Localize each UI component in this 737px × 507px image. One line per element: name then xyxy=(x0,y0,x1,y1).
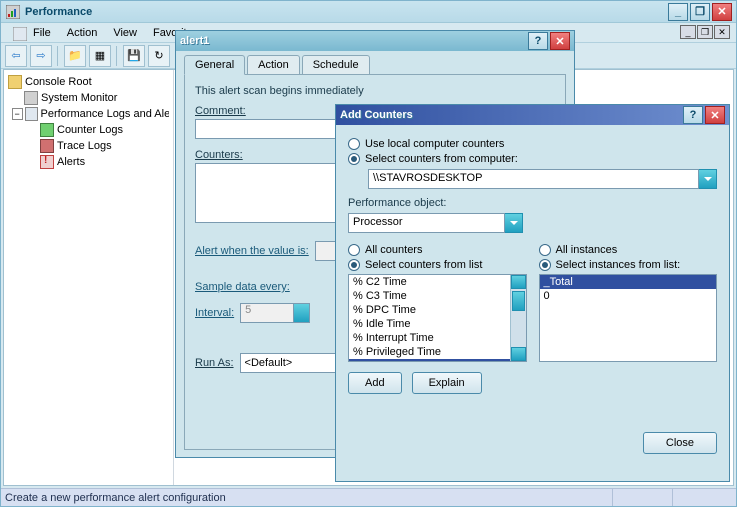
perf-object-combo[interactable]: Processor xyxy=(348,213,505,233)
close-button[interactable]: ✕ xyxy=(712,3,732,21)
interval-label: Interval: xyxy=(195,307,234,319)
mdi-minimize[interactable]: _ xyxy=(680,25,696,39)
explain-button[interactable]: Explain xyxy=(412,372,482,394)
tree-monitor-label: System Monitor xyxy=(41,92,117,104)
radio-all-counters[interactable]: All counters xyxy=(348,244,527,256)
mdi-restore[interactable]: ❐ xyxy=(697,25,713,39)
tree-logs-label: Performance Logs and Alerts xyxy=(41,108,169,120)
mdi-close[interactable]: ✕ xyxy=(714,25,730,39)
menu-file[interactable]: File xyxy=(25,25,59,41)
monitor-icon xyxy=(24,91,38,105)
tree-root-label: Console Root xyxy=(25,76,92,88)
counter-icon xyxy=(40,123,54,137)
add-button[interactable]: Add xyxy=(348,372,402,394)
alert-when-label: Alert when the value is: xyxy=(195,245,309,257)
list-item[interactable]: % Idle Time xyxy=(349,317,526,331)
tab-action[interactable]: Action xyxy=(247,55,300,75)
radio-use-local[interactable]: Use local computer counters xyxy=(348,138,717,150)
tree-alerts[interactable]: Alerts xyxy=(8,154,169,170)
radio-all-instances[interactable]: All instances xyxy=(539,244,718,256)
runas-label: Run As: xyxy=(195,357,234,369)
radio-select-counters[interactable]: Select counters from list xyxy=(348,259,527,271)
help-button[interactable]: ? xyxy=(528,32,548,50)
alert1-close-button[interactable]: ✕ xyxy=(550,32,570,50)
use-local-label: Use local computer counters xyxy=(365,138,504,150)
tree-counter-logs[interactable]: Counter Logs xyxy=(8,122,169,138)
radio-icon xyxy=(348,138,360,150)
tree-alerts-label: Alerts xyxy=(57,156,85,168)
list-item[interactable]: % Processor Time xyxy=(349,359,526,362)
collapse-icon[interactable]: − xyxy=(12,108,23,120)
minimize-button[interactable]: _ xyxy=(668,3,688,21)
list-item[interactable]: % C3 Time xyxy=(349,289,526,303)
sel-counters-label: Select counters from list xyxy=(365,259,482,271)
tree-trace-label: Trace Logs xyxy=(57,140,112,152)
forward-button[interactable]: ⇨ xyxy=(30,45,52,67)
add-counters-dialog: Add Counters ? ✕ Use local computer coun… xyxy=(335,104,730,482)
refresh-button[interactable]: ↻ xyxy=(148,45,170,67)
export-button[interactable]: 💾 xyxy=(123,45,145,67)
alert1-title: alert1 xyxy=(180,35,528,47)
sel-instances-label: Select instances from list: xyxy=(556,259,681,271)
select-comp-label: Select counters from computer: xyxy=(365,153,518,165)
radio-select-computer[interactable]: Select counters from computer: xyxy=(348,153,717,165)
radio-select-instances[interactable]: Select instances from list: xyxy=(539,259,718,271)
list-item[interactable]: 0 xyxy=(540,289,717,303)
computer-dropdown-button[interactable] xyxy=(699,169,717,189)
folder-icon xyxy=(8,75,22,89)
list-item[interactable]: % C2 Time xyxy=(349,275,526,289)
back-button[interactable]: ⇦ xyxy=(5,45,27,67)
alert-icon xyxy=(40,155,54,169)
trace-icon xyxy=(40,139,54,153)
properties-button[interactable]: ▦ xyxy=(89,45,111,67)
menu-action[interactable]: Action xyxy=(59,25,106,41)
interval-input[interactable]: 5 xyxy=(240,303,310,323)
scan-text: This alert scan begins immediately xyxy=(195,85,555,97)
list-item[interactable]: % Privileged Time xyxy=(349,345,526,359)
tree-root[interactable]: Console Root xyxy=(8,74,169,90)
perf-object-label: Performance object: xyxy=(348,197,717,209)
all-instances-label: All instances xyxy=(556,244,618,256)
logs-icon xyxy=(25,107,38,121)
radio-icon xyxy=(348,153,360,165)
scrollbar[interactable] xyxy=(510,275,526,361)
all-counters-label: All counters xyxy=(365,244,422,256)
instances-list[interactable]: _Total 0 xyxy=(539,274,718,362)
tree-perf-logs[interactable]: − Performance Logs and Alerts xyxy=(8,106,169,122)
radio-icon xyxy=(348,244,360,256)
main-titlebar: Performance _ ❐ ✕ xyxy=(1,1,736,23)
tree-counter-label: Counter Logs xyxy=(57,124,123,136)
close-button[interactable]: Close xyxy=(643,432,717,454)
counters-list[interactable]: % C2 Time % C3 Time % DPC Time % Idle Ti… xyxy=(348,274,527,362)
addc-help-button[interactable]: ? xyxy=(683,106,703,124)
up-button[interactable]: 📁 xyxy=(64,45,86,67)
computer-combo[interactable]: \\STAVROSDESKTOP xyxy=(368,169,699,189)
addc-titlebar[interactable]: Add Counters ? ✕ xyxy=(336,105,729,125)
menu-icon xyxy=(5,25,21,41)
tab-general[interactable]: General xyxy=(184,55,245,75)
addc-title: Add Counters xyxy=(340,109,683,121)
addc-close-x[interactable]: ✕ xyxy=(705,106,725,124)
list-item[interactable]: _Total xyxy=(540,275,717,289)
perf-object-dropdown-button[interactable] xyxy=(505,213,523,233)
list-item[interactable]: % DPC Time xyxy=(349,303,526,317)
app-icon xyxy=(5,4,21,20)
tree-trace-logs[interactable]: Trace Logs xyxy=(8,138,169,154)
radio-icon xyxy=(539,259,551,271)
status-text: Create a new performance alert configura… xyxy=(5,492,612,504)
radio-icon xyxy=(539,244,551,256)
statusbar: Create a new performance alert configura… xyxy=(1,488,736,506)
alert1-titlebar[interactable]: alert1 ? ✕ xyxy=(176,31,574,51)
maximize-button[interactable]: ❐ xyxy=(690,3,710,21)
main-title: Performance xyxy=(25,6,668,18)
tree-system-monitor[interactable]: System Monitor xyxy=(8,90,169,106)
list-item[interactable]: % Interrupt Time xyxy=(349,331,526,345)
radio-icon xyxy=(348,259,360,271)
menu-view[interactable]: View xyxy=(105,25,145,41)
tab-schedule[interactable]: Schedule xyxy=(302,55,370,75)
console-tree[interactable]: Console Root System Monitor − Performanc… xyxy=(4,70,174,485)
